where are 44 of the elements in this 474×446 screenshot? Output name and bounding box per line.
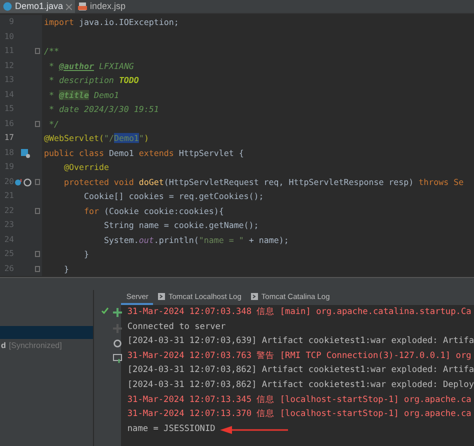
console-line: [2024-03-31 12:07:03,639] Artifact cookietest1:war exploded: Artifa <box>127 335 474 348</box>
console-line: [2024-03-31 12:07:03,862] Artifact cookietest1:war exploded: Deploy <box>127 378 474 392</box>
file-icon <box>78 2 88 11</box>
code-line: /** <box>43 45 59 58</box>
class-icon <box>3 2 12 11</box>
line-number: 17 <box>3 132 14 144</box>
fold-icon[interactable] <box>35 120 40 126</box>
editor-tab[interactable]: Demo1.java <box>0 0 76 13</box>
code-line: * date 2024/3/30 19:51 <box>48 103 159 116</box>
console-line: 31-Mar-2024 12:07:13.345 信息 [localhost-startStop-1] org.apache.ca <box>127 394 472 407</box>
code-line: import java.io.IOException; <box>43 16 179 28</box>
console-line: Connected to server <box>127 320 226 334</box>
fold-icon[interactable] <box>35 266 40 272</box>
editor-tab[interactable]: index.jsp <box>75 0 129 13</box>
code-line: } <box>62 262 69 275</box>
fold-icon[interactable] <box>35 178 40 184</box>
tree-row[interactable]: d [Synchronized] <box>0 339 93 352</box>
code-line: public class Demo1 extends HttpServlet { <box>43 146 244 159</box>
code-line: */ <box>48 118 59 130</box>
check-icon[interactable] <box>101 307 109 314</box>
fold-icon[interactable] <box>35 48 40 54</box>
arrow <box>220 425 288 435</box>
code-line: String name = cookie.getName(); <box>102 219 259 232</box>
code-line: * description TODO <box>48 74 139 86</box>
close-icon[interactable] <box>66 4 72 10</box>
code-line: protected void doGet(HttpServletRequest req, HttpServletResponse resp) throws Se <box>62 176 464 188</box>
servlet-icon[interactable] <box>21 148 30 158</box>
code-line: System.out.println("name = " + name); <box>102 234 289 246</box>
code-line: } <box>82 248 89 260</box>
fold-icon[interactable] <box>35 251 40 257</box>
console-line: [2024-03-31 12:07:03,862] Artifact cookietest1:war exploded: Artifa <box>127 364 474 378</box>
code-line: Cookie[] cookies = req.getCookies(); <box>82 190 264 202</box>
console-line: 31-Mar-2024 12:07:03.763 警告 [RMI TCP Connection(3)-127.0.0.1] org <box>127 350 472 363</box>
code-line: * @title Demo1 <box>48 88 119 101</box>
code-line: @Override <box>62 161 109 174</box>
override-icon[interactable] <box>14 178 32 186</box>
deploy-icon[interactable] <box>113 354 122 363</box>
fold-icon[interactable] <box>35 208 40 214</box>
code-line: @WebServlet("/Demo1") <box>43 132 149 144</box>
console-line: name = JSESSIONID <box>127 422 216 436</box>
console-line: 31-Mar-2024 12:07:13.370 信息 [localhost-startStop-1] org.apache.ca <box>127 408 472 422</box>
code-line: for (Cookie cookie:cookies){ <box>82 204 224 217</box>
console-line: 31-Mar-2024 12:07:03.348 信息 [main] org.apache.catalina.startup.Ca <box>127 306 472 319</box>
code-line: * @author LFXIANG <box>48 60 134 72</box>
